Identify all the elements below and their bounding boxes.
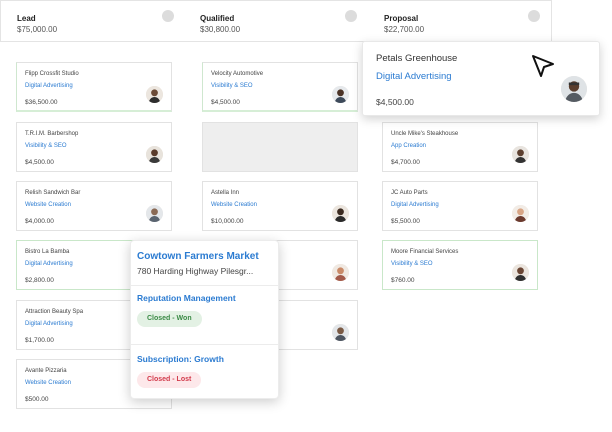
avatar [332, 264, 349, 281]
avatar [146, 86, 163, 103]
deal-name: Astella Inn [211, 190, 240, 196]
deal-service: Visibility & SEO [391, 261, 433, 267]
deal-service: App Creation [391, 143, 427, 149]
deal-amount: $500.00 [25, 396, 49, 403]
stage-lead[interactable]: Lead $75,000.00 [0, 0, 184, 42]
dragged-deal-card[interactable]: Petals Greenhouse Digital Advertising $4… [362, 41, 600, 116]
deal-card[interactable]: Flipp Crossfit Studio Digital Advertisin… [16, 62, 172, 112]
deal-name: Bistro La Bamba [25, 249, 70, 255]
deal-card[interactable]: JC Auto Parts Digital Advertising $5,500… [382, 181, 538, 231]
deal-amount: $4,500.00 [376, 97, 414, 107]
deal-amount: $10,000.00 [211, 218, 244, 225]
stage-name: Lead [17, 14, 36, 23]
avatar [332, 205, 349, 222]
deal-card[interactable]: Uncle Mike's Steakhouse App Creation $4,… [382, 122, 538, 172]
stage-dot-icon [528, 10, 540, 22]
contact-title[interactable]: Cowtown Farmers Market [137, 251, 259, 262]
avatar [146, 146, 163, 163]
deal-service: Digital Advertising [25, 261, 73, 267]
deal-service: Website Creation [25, 202, 71, 208]
deal-card[interactable]: Astella Inn Website Creation $10,000.00 [202, 181, 358, 231]
deal-service: Visibility & SEO [211, 83, 253, 89]
deal-amount: $4,700.00 [391, 159, 420, 166]
deal-card[interactable]: Relish Sandwich Bar Website Creation $4,… [16, 181, 172, 231]
stage-name: Qualified [200, 14, 235, 23]
divider [131, 344, 278, 345]
stage-amount: $30,800.00 [200, 25, 241, 34]
deal-amount: $5,500.00 [391, 218, 420, 225]
deal-amount: $4,000.00 [25, 218, 54, 225]
divider [131, 285, 278, 286]
deal-card[interactable]: Velocity Automotive Visibility & SEO $4,… [202, 62, 358, 112]
deal-amount: $4,500.00 [211, 99, 240, 106]
deal-amount: $2,800.00 [25, 277, 54, 284]
deal-amount: $760.00 [391, 277, 415, 284]
avatar [512, 146, 529, 163]
cursor-icon [532, 55, 554, 77]
deal-name: Moore Financial Services [391, 249, 459, 255]
contact-detail-popover: Cowtown Farmers Market 780 Harding Highw… [130, 240, 279, 399]
avatar [332, 86, 349, 103]
stage-amount: $75,000.00 [17, 25, 58, 34]
deal-name: Flipp Crossfit Studio [25, 71, 79, 77]
avatar [512, 205, 529, 222]
deal-service: Website Creation [211, 202, 257, 208]
deal-service: Digital Advertising [25, 321, 73, 327]
deal-section-title[interactable]: Subscription: Growth [137, 354, 224, 364]
deal-service: Digital Advertising [391, 202, 439, 208]
stage-dot-icon [162, 10, 174, 22]
deal-name: Avante Pizzaria [25, 368, 67, 374]
status-badge: Closed - Won [137, 311, 202, 327]
deal-name: Velocity Automotive [211, 71, 264, 77]
deal-card[interactable]: T.R.I.M. Barbershop Visibility & SEO $4,… [16, 122, 172, 172]
stage-qualified[interactable]: Qualified $30,800.00 [184, 0, 368, 42]
deal-name: JC Auto Parts [391, 190, 428, 196]
deal-service: Digital Advertising [25, 83, 73, 89]
stage-dot-icon [345, 10, 357, 22]
avatar [146, 205, 163, 222]
stage-proposal[interactable]: Proposal $22,700.00 [368, 0, 552, 42]
deal-name: Relish Sandwich Bar [25, 190, 81, 196]
deal-amount: $4,500.00 [25, 159, 54, 166]
deal-section-title[interactable]: Reputation Management [137, 293, 236, 303]
status-badge: Closed - Lost [137, 372, 202, 388]
stage-amount: $22,700.00 [384, 25, 425, 34]
deal-name: T.R.I.M. Barbershop [25, 131, 79, 137]
deal-name: Petals Greenhouse [376, 53, 458, 64]
deal-name: Attraction Beauty Spa [25, 309, 84, 315]
avatar [512, 264, 529, 281]
deal-amount: $36,500.00 [25, 99, 58, 106]
drop-placeholder [202, 122, 358, 172]
deal-service: Website Creation [25, 380, 71, 386]
deal-amount: $1,700.00 [25, 337, 54, 344]
deal-card[interactable]: Moore Financial Services Visibility & SE… [382, 240, 538, 290]
deal-service: Digital Advertising [376, 71, 452, 82]
deal-service: Visibility & SEO [25, 143, 67, 149]
contact-address: 780 Harding Highway Pilesgr... [137, 266, 254, 276]
stage-name: Proposal [384, 14, 419, 23]
deal-name: Uncle Mike's Steakhouse [391, 131, 459, 137]
avatar [332, 324, 349, 341]
avatar [561, 76, 587, 102]
pipeline-stages: Lead $75,000.00 Qualified $30,800.00 Pro… [0, 0, 556, 42]
